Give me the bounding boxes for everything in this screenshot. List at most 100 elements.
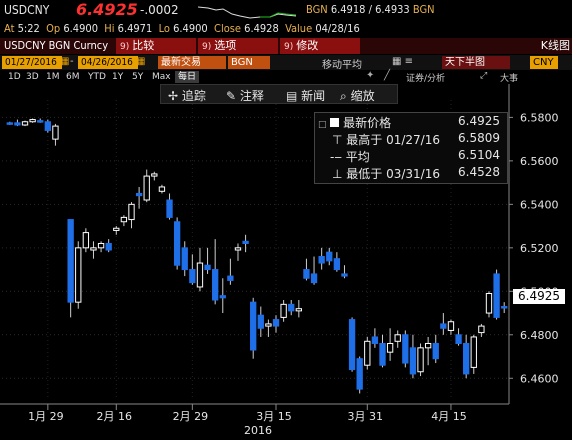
annotate-button[interactable]: ✎ 注释 [226,87,264,104]
candle-body [303,269,310,279]
candle-body [166,199,173,218]
start-date-field[interactable]: 01/27/2016 [2,56,62,69]
close-value: 6.4928 [244,22,279,35]
pointer-icon[interactable]: ✦ [366,70,374,81]
quote-line: At 5:22 Op 6.4900 Hi 6.4971 Lo 6.4900 Cl… [4,22,360,35]
price-change: -.0002 [140,3,179,17]
collapse-icon[interactable]: □ [318,120,327,130]
candle-body [113,227,120,231]
high-label: Hi [104,22,115,35]
period-6m[interactable]: 6M [64,71,82,83]
candle-body [272,319,280,327]
candle-body [227,275,234,281]
compare-button[interactable]: 9) 比较 [116,38,196,54]
ask-value: 6.4933 [375,3,410,16]
value-date: 04/28/16 [315,22,360,35]
sparkline-icon [198,6,297,19]
period-5y[interactable]: 5Y [130,71,145,83]
track-button[interactable]: ✢ 追踪 [168,87,206,104]
candle-body [326,251,333,262]
candle-body [440,323,447,329]
candle-body [97,242,105,249]
security-name[interactable]: USDCNY BGN Curncy [4,38,108,54]
candle-body [386,342,394,353]
legend-high: ⊤ 最高于 01/27/16 [332,133,440,147]
candle-body [21,121,29,126]
candle-body [318,256,325,264]
high-marker-icon: ⊤ [332,133,343,147]
period-max[interactable]: Max [150,71,173,83]
candle-body [371,336,379,344]
candle-body [265,323,272,327]
calendar-icon-2[interactable]: ▦ [136,56,145,67]
period-1d[interactable]: 1D [6,71,23,83]
candle-body [14,122,21,126]
y-tick-label: 6.5400 [520,198,559,211]
at-time: 5:22 [17,22,40,35]
news-button[interactable]: ▤ 新闻 [286,87,325,104]
candle-body [280,303,287,318]
last-trade-select[interactable]: 最新交易 [158,56,226,69]
average-line-icon: -‒ [330,150,342,164]
legend-last: □ 最新价格 [318,116,392,130]
x-tick-label: 4月 15 [431,410,467,423]
candle-body [310,273,318,284]
candle-body [135,192,143,197]
candle-body [379,342,386,366]
news-icon: ▤ [286,89,298,103]
end-date-field[interactable]: 04/26/2016 [78,56,138,69]
x-year-label: 2016 [244,424,272,437]
period-ytd[interactable]: YTD [86,71,108,83]
candle-body [189,269,196,284]
pencil-icon: ✎ [226,89,237,103]
frequency-select[interactable]: 每日 [175,71,200,83]
last-price: 6.4925 [76,0,138,19]
close-label: Close [214,22,241,35]
ask-source: BGN [412,3,435,16]
zoom-link[interactable]: 大事 [500,71,518,84]
candle-body [417,347,424,373]
bid-source: BGN [306,3,328,16]
zoom-button[interactable]: ⌕ 缩放 [340,87,375,104]
y-tick-label: 6.5200 [520,242,559,255]
y-tick-label: 6.4800 [520,329,559,342]
securities-analysis-link[interactable]: 证券/分析 [406,71,445,84]
y-axis: 6.58006.56006.54006.52006.50006.48006.46… [508,84,559,404]
high-value: 6.4971 [117,22,153,35]
open-value: 6.4900 [63,22,98,35]
edit-button[interactable]: 9) 修改 [280,38,360,54]
period-1m[interactable]: 1M [44,71,62,83]
source-select[interactable]: BGN [228,56,270,69]
low-value: 6.4900 [173,22,208,35]
bid-ask: BGN 6.4918 / 6.4933 BGN [306,3,435,16]
calendar-icon[interactable]: ▦ [60,56,69,67]
low-label: Lo [158,22,170,35]
candle-body [463,342,470,375]
candle-body [402,334,409,364]
legend-low-value: 6.4528 [458,165,500,179]
options-button[interactable]: 9) 选项 [198,38,278,54]
y-tick-label: 6.4600 [520,372,559,385]
candle-body [67,219,74,303]
moving-average-label[interactable]: 移动平均 [322,56,362,71]
candle-body [37,120,44,123]
candle-body [493,273,500,318]
period-1y[interactable]: 1Y [110,71,125,83]
candle-body [219,295,226,299]
y-tick-label: 6.5800 [520,111,559,124]
candle-body [151,173,158,177]
crosshair-icon[interactable]: ╱ [384,70,390,81]
candle-body [6,122,13,125]
currency-select[interactable]: CNY [530,56,558,69]
legend-last-value: 6.4925 [458,114,500,128]
period-3d[interactable]: 3D [24,71,41,83]
candle-body [242,240,249,244]
candlestick-chart-title: K线图 [540,39,570,52]
candle-body [288,303,295,312]
last-price-tag: 6.4925 [513,289,565,304]
candle-body [158,186,166,192]
view-select[interactable]: 天下半图 [442,56,510,69]
fullscreen-icon[interactable]: ⤢ [480,71,487,81]
candle-body [501,306,508,309]
line-style-icon[interactable]: ▦ ≡ [392,56,413,67]
